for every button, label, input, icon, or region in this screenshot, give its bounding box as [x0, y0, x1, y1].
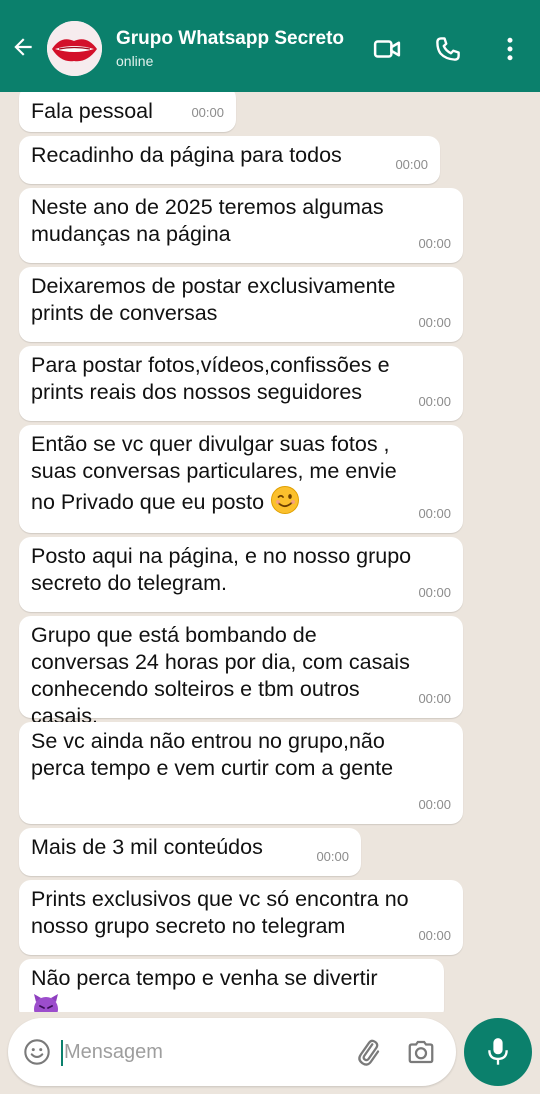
message-text: Então se vc quer divulgar suas fotos , s…: [31, 431, 451, 516]
message-text: Para postar fotos,vídeos,confissões e pr…: [31, 353, 390, 404]
emoji-icon[interactable]: [23, 1038, 51, 1066]
message-time: 00:00: [418, 585, 451, 600]
message-text: Neste ano de 2025 teremos algumas mudanç…: [31, 195, 384, 246]
message-bubble[interactable]: Recadinho da página para todos 00:00: [19, 136, 440, 184]
camera-icon[interactable]: [406, 1037, 436, 1067]
message-text: Se vc ainda não entrou no grupo,não perc…: [31, 729, 394, 780]
message-text: Deixaremos de postar exclusivamente prin…: [31, 274, 396, 325]
message-text: Prints exclusivos que vc só encontra no …: [31, 887, 409, 938]
message-composer[interactable]: Mensagem: [8, 1018, 456, 1086]
message-text: Posto aqui na página, e no nosso grupo s…: [31, 544, 412, 595]
message-input[interactable]: Mensagem: [64, 1041, 163, 1064]
message-bubble[interactable]: Então se vc quer divulgar suas fotos , s…: [19, 425, 463, 533]
message-text-body: Então se vc quer divulgar suas fotos , s…: [31, 432, 397, 514]
message-text: Grupo que está bombando de conversas 24 …: [31, 623, 410, 728]
message-time: 00:00: [418, 691, 451, 706]
message-text: Mais de 3 mil conteúdos: [31, 835, 263, 859]
message-time: 00:00: [395, 157, 428, 172]
message-bubble[interactable]: Neste ano de 2025 teremos algumas mudanç…: [19, 188, 463, 263]
attach-icon[interactable]: [353, 1037, 383, 1067]
message-time: 00:00: [418, 236, 451, 251]
chat-status: online: [116, 53, 154, 69]
mic-icon: [488, 1038, 508, 1065]
message-bubble[interactable]: Fala pessoal 00:00: [19, 92, 236, 132]
message-bubble[interactable]: Grupo que está bombando de conversas 24 …: [19, 616, 463, 728]
message-bubble[interactable]: Mais de 3 mil conteúdos 00:00: [19, 828, 361, 876]
message-time: 00:00: [418, 928, 451, 943]
back-arrow-icon[interactable]: [10, 34, 36, 60]
message-time: 00:00: [418, 506, 451, 521]
winking-face-icon: [271, 486, 300, 514]
more-options-icon[interactable]: [495, 34, 525, 64]
message-time: 00:00: [418, 394, 451, 409]
message-bubble[interactable]: Se vc ainda não entrou no grupo,não perc…: [19, 722, 463, 824]
smiling-devil-icon: [34, 994, 58, 1012]
message-bubble[interactable]: Posto aqui na página, e no nosso grupo s…: [19, 537, 463, 612]
message-list[interactable]: Fala pessoal 00:00 Recadinho da página p…: [0, 92, 540, 1012]
phone-call-icon[interactable]: [433, 34, 463, 64]
message-text: Não perca tempo e venha se divertir: [31, 965, 432, 1012]
group-avatar[interactable]: [47, 21, 102, 76]
message-time: 00:00: [418, 315, 451, 330]
message-time: 00:00: [418, 797, 451, 812]
message-time: 00:00: [191, 105, 224, 120]
message-time: 00:00: [316, 849, 349, 864]
chat-header: Grupo Whatsapp Secreto online: [0, 0, 540, 92]
video-call-icon[interactable]: [372, 34, 402, 64]
message-bubble[interactable]: Deixaremos de postar exclusivamente prin…: [19, 267, 463, 342]
text-cursor: [61, 1040, 63, 1066]
message-bubble[interactable]: Prints exclusivos que vc só encontra no …: [19, 880, 463, 955]
message-text-body: Não perca tempo e venha se divertir: [31, 966, 378, 990]
message-bubble[interactable]: Não perca tempo e venha se divertir: [19, 959, 444, 1012]
voice-message-button[interactable]: [464, 1018, 532, 1086]
chat-title[interactable]: Grupo Whatsapp Secreto: [116, 28, 344, 50]
message-bubble[interactable]: Para postar fotos,vídeos,confissões e pr…: [19, 346, 463, 421]
message-text: Recadinho da página para todos: [31, 143, 342, 167]
